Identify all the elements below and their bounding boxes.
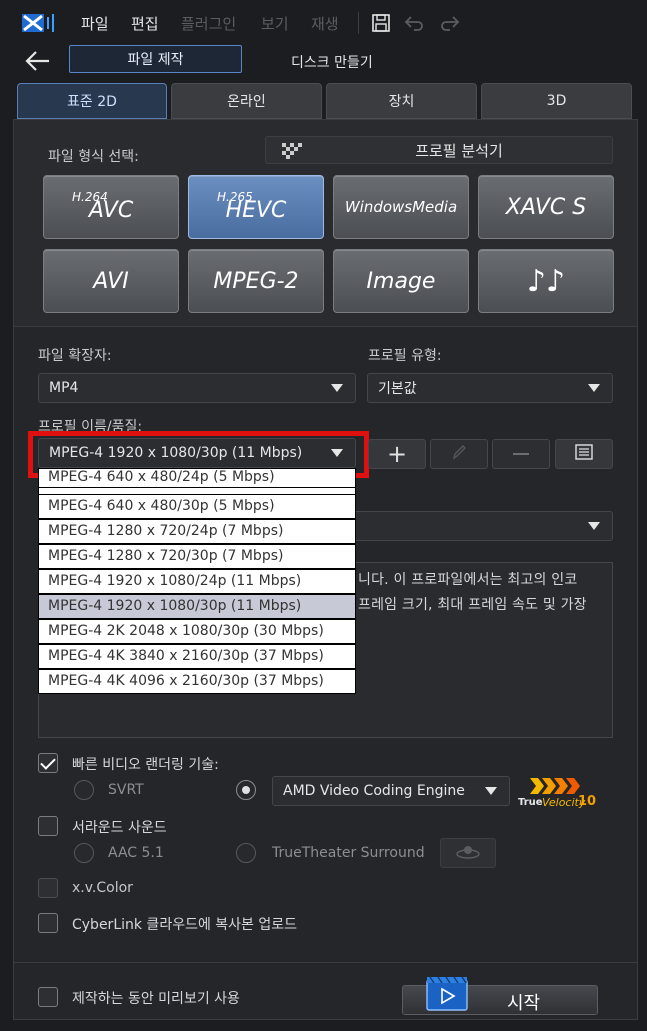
start-label: 시작 [507, 993, 541, 1014]
surround-settings-button[interactable] [440, 838, 496, 868]
format-xavcs-button[interactable]: XAVC S [478, 175, 614, 239]
back-arrow-icon[interactable] [24, 50, 50, 76]
app-logo [22, 12, 58, 34]
truevelocity-true: True [518, 797, 543, 808]
menu-play[interactable]: 재생 [311, 13, 339, 34]
minus-icon [513, 453, 529, 455]
video-engine-select[interactable]: AMD Video Coding Engine [272, 776, 510, 806]
file-extension-value: MP4 [49, 380, 79, 396]
fast-rendering-label: 빠른 비디오 랜더링 기술: [72, 757, 219, 773]
tab-create-disc[interactable]: 디스크 만들기 [291, 52, 373, 72]
format-avc-sup: H.264 [72, 190, 108, 204]
chevron-down-icon [331, 384, 343, 392]
format-audio-button[interactable]: ♪♪ [478, 249, 614, 313]
aac-label: AAC 5.1 [108, 845, 164, 861]
save-icon[interactable] [371, 13, 391, 37]
format-image-label: Image [366, 268, 436, 294]
edit-profile-button[interactable] [430, 439, 488, 469]
profile-details-button[interactable] [555, 439, 613, 469]
menu-edit[interactable]: 편집 [131, 13, 159, 34]
format-image-button[interactable]: Image [333, 249, 469, 313]
tab-online-label: 온라인 [227, 94, 266, 110]
xvcolor-label: x.v.Color [72, 880, 133, 896]
bottom-divider [14, 962, 637, 963]
music-notes-icon: ♪♪ [526, 263, 566, 299]
format-mpeg2-button[interactable]: MPEG-2 [188, 249, 324, 313]
profile-type-select[interactable]: 기본값 [367, 373, 613, 403]
dropdown-item[interactable]: MPEG-4 4K 4096 x 2160/30p (37 Mbps) [38, 669, 356, 694]
format-mpeg2-label: MPEG-2 [213, 268, 299, 294]
format-avi-label: AVI [93, 268, 129, 294]
plus-icon: + [386, 440, 408, 468]
file-extension-label: 파일 확장자: [38, 348, 112, 364]
redo-icon[interactable] [440, 14, 460, 36]
tab-standard-2d[interactable]: 표준 2D [17, 83, 167, 119]
list-icon [575, 444, 593, 464]
fast-rendering-checkbox[interactable] [38, 753, 58, 773]
description-line-2: 프레임 크기, 최대 프레임 속도 및 가장 [358, 597, 587, 613]
format-wmv-button[interactable]: WindowsMedia [333, 175, 469, 239]
produce-film-icon [426, 976, 468, 1016]
surround-label: 서라운드 사운드 [72, 820, 167, 836]
dropdown-item[interactable]: MPEG-4 2K 2048 x 1080/30p (30 Mbps) [38, 619, 356, 644]
format-label: 파일 형식 선택: [48, 149, 139, 165]
dropdown-item[interactable]: MPEG-4 4K 3840 x 2160/30p (37 Mbps) [38, 644, 356, 669]
preview-label: 제작하는 동안 미리보기 사용 [72, 991, 240, 1007]
speaker-icon [456, 843, 480, 863]
truetheater-label: TrueTheater Surround [272, 845, 425, 861]
surround-checkbox[interactable] [38, 816, 58, 836]
profile-analyzer-label: 프로필 분석기 [415, 141, 503, 160]
dropdown-item[interactable]: MPEG-4 640 x 480/24p (5 Mbps) [38, 468, 356, 488]
truevelocity-number: 10 [578, 794, 597, 809]
video-engine-value: AMD Video Coding Engine [283, 783, 465, 799]
menu-plugin[interactable]: 플러그인 [181, 13, 236, 34]
profile-analyzer-button[interactable]: 프로필 분석기 [265, 136, 613, 164]
profile-analyzer-icon [282, 143, 306, 163]
menu-divider [358, 12, 359, 34]
remove-profile-button[interactable] [492, 439, 550, 469]
chevron-down-icon [588, 384, 600, 392]
description-line-1: 니다. 이 프로파일에서는 최고의 인코 [358, 572, 578, 588]
svrt-radio[interactable] [74, 780, 94, 800]
dropdown-item-selected[interactable]: MPEG-4 1920 x 1080/30p (11 Mbps) [38, 594, 356, 619]
window: 파일 편집 플러그인 보기 재생 파일 제작 디스크 만들기 표준 2D 온라인… [0, 0, 647, 1031]
dropdown-item[interactable]: MPEG-4 1280 x 720/30p (7 Mbps) [38, 544, 356, 569]
file-extension-select[interactable]: MP4 [38, 373, 356, 403]
tab-device-label: 장치 [388, 94, 415, 110]
dropdown-item[interactable]: MPEG-4 1920 x 1080/24p (11 Mbps) [38, 569, 356, 594]
menu-view[interactable]: 보기 [261, 13, 289, 34]
add-profile-button[interactable]: + [368, 439, 426, 469]
pencil-icon [451, 443, 467, 465]
hardware-encoder-radio[interactable] [236, 780, 256, 800]
format-wmv-label: WindowsMedia [344, 198, 458, 216]
undo-icon[interactable] [404, 14, 424, 36]
tab-standard-2d-label: 표준 2D [67, 94, 117, 110]
xvcolor-checkbox[interactable] [38, 878, 58, 898]
chevron-down-icon [588, 522, 600, 530]
tab-online[interactable]: 온라인 [171, 83, 322, 119]
format-avc-button[interactable]: H.264 AVC [43, 175, 179, 239]
format-avi-button[interactable]: AVI [43, 249, 179, 313]
tab-device[interactable]: 장치 [326, 83, 477, 119]
preview-checkbox[interactable] [38, 987, 58, 1007]
cloud-upload-checkbox[interactable] [38, 913, 58, 933]
chevron-down-icon [485, 787, 497, 795]
tab-produce-file-label: 파일 제작 [127, 52, 184, 68]
svrt-label: SVRT [108, 782, 144, 798]
truevelocity-logo: True Velocity 10 [518, 776, 598, 810]
format-hevc-sup: H.265 [217, 190, 253, 204]
truetheater-radio[interactable] [236, 843, 256, 863]
profile-type-label: 프로필 유형: [368, 348, 442, 364]
menu-file[interactable]: 파일 [81, 13, 109, 34]
aac-radio[interactable] [74, 843, 94, 863]
tab-3d[interactable]: 3D [481, 83, 632, 119]
profile-type-value: 기본값 [378, 381, 417, 397]
dropdown-item[interactable]: MPEG-4 1280 x 720/24p (7 Mbps) [38, 519, 356, 544]
cloud-upload-label: CyberLink 클라우드에 복사본 업로드 [72, 917, 298, 933]
format-hevc-button[interactable]: H.265 HEVC [188, 175, 324, 239]
dropdown-item[interactable]: MPEG-4 640 x 480/30p (5 Mbps) [38, 494, 356, 519]
tab-produce-file[interactable]: 파일 제작 [69, 45, 242, 73]
tab-3d-label: 3D [546, 93, 567, 109]
format-xavcs-label: XAVC S [505, 194, 587, 220]
